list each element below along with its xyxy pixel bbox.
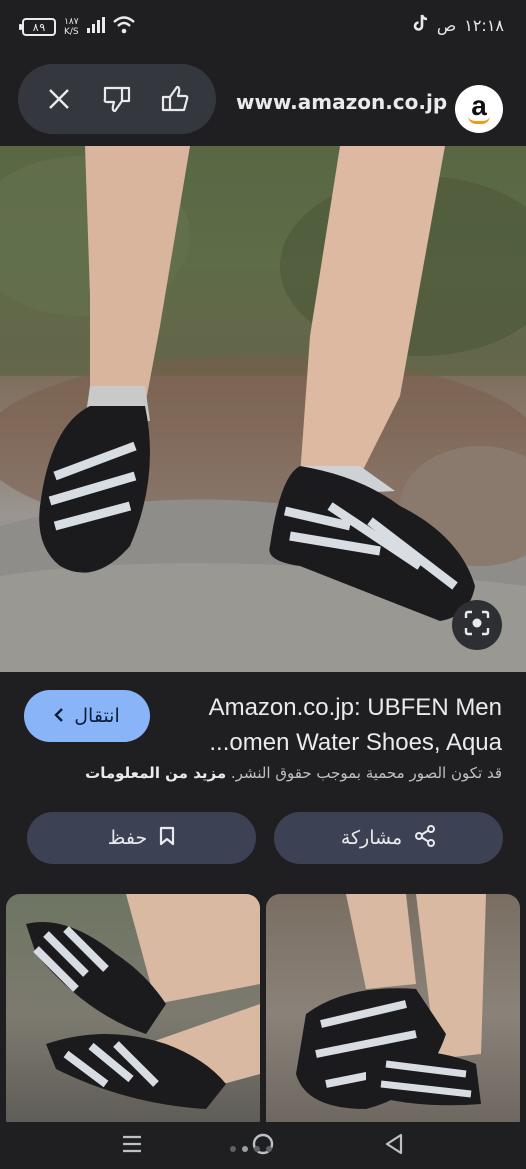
page-dot	[266, 1146, 272, 1152]
action-buttons: حفظ مشاركة	[0, 812, 526, 868]
chevron-left-icon	[54, 705, 64, 727]
result-info: انتقال Amazon.co.jp: UBFEN Men ...omen W…	[0, 672, 526, 794]
page-dot-active	[242, 1146, 248, 1152]
wifi-icon	[112, 16, 135, 38]
save-label: حفظ	[107, 827, 148, 849]
menu-icon[interactable]	[112, 1126, 152, 1162]
lens-icon	[464, 610, 490, 640]
source-domain[interactable]: www.amazon.co.jp	[236, 90, 447, 114]
result-header: www.amazon.co.jp a	[0, 52, 526, 146]
title-line-2: ...omen Water Shoes, Aqua	[209, 729, 502, 756]
bookmark-icon	[159, 826, 175, 851]
copyright-notice: قد تكون الصور محمية بموجب حقوق النشر. مز…	[85, 764, 502, 782]
related-images	[0, 894, 526, 1134]
net-speed-value: ١٨٧	[64, 17, 79, 27]
share-icon	[414, 824, 436, 852]
back-icon[interactable]	[374, 1126, 414, 1162]
save-button[interactable]: حفظ	[27, 812, 256, 864]
feedback-pill	[18, 64, 216, 134]
related-image-art	[26, 894, 260, 1109]
status-right: ص ١٢:١٨	[413, 14, 504, 36]
visit-label: انتقال	[74, 705, 120, 727]
page-dot	[230, 1146, 236, 1152]
main-image[interactable]	[0, 146, 526, 672]
main-image-art	[0, 146, 526, 672]
time-suffix: ص	[436, 15, 457, 35]
battery-level: ٨٩	[32, 20, 46, 34]
page-indicator	[230, 1146, 272, 1152]
status-left: ٨٩ ١٨٧ K/S	[19, 16, 135, 38]
close-icon[interactable]	[37, 77, 81, 121]
related-image[interactable]	[266, 894, 520, 1134]
tiktok-icon	[413, 14, 429, 36]
related-image[interactable]	[6, 894, 260, 1134]
net-speed: ١٨٧ K/S	[64, 17, 79, 37]
home-icon[interactable]	[243, 1126, 283, 1162]
thumbs-up-icon[interactable]	[153, 77, 197, 121]
result-title[interactable]: Amazon.co.jp: UBFEN Men ...omen Water Sh…	[172, 690, 502, 760]
logo-smile	[468, 116, 490, 124]
share-label: مشاركة	[340, 827, 403, 849]
signal-icon	[86, 17, 105, 37]
visit-button[interactable]: انتقال	[24, 690, 150, 742]
net-speed-unit: K/S	[64, 27, 79, 37]
battery-icon: ٨٩	[19, 18, 56, 36]
title-line-1: Amazon.co.jp: UBFEN Men	[208, 694, 502, 721]
related-image-art	[296, 894, 486, 1109]
system-nav-bar	[0, 1122, 526, 1169]
share-button[interactable]: مشاركة	[274, 812, 503, 864]
clock: ١٢:١٨	[464, 15, 504, 35]
status-bar: ٨٩ ١٨٧ K/S ص ١٢:١٨	[0, 0, 526, 52]
thumbs-down-icon[interactable]	[95, 77, 139, 121]
copyright-text: قد تكون الصور محمية بموجب حقوق النشر.	[230, 764, 502, 782]
lens-search-button[interactable]	[452, 600, 502, 650]
more-info-link[interactable]: مزيد من المعلومات	[85, 764, 226, 782]
page-dot	[254, 1146, 260, 1152]
amazon-logo-icon: a	[455, 85, 503, 133]
